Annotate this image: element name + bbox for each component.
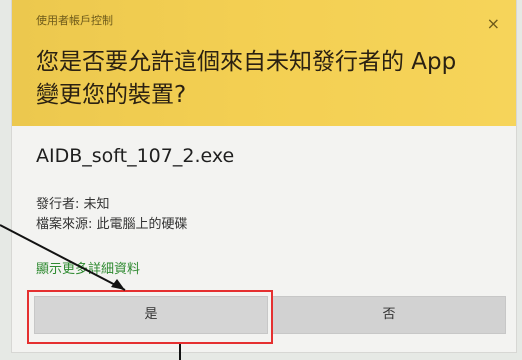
- screen: 使用者帳戶控制 × 您是否要允許這個來自未知發行者的 App 變更您的裝置? A…: [0, 0, 522, 360]
- annotation-arrowhead: [111, 279, 125, 290]
- annotation-overlay: [0, 224, 181, 360]
- annotation-pointer-line: [0, 224, 126, 291]
